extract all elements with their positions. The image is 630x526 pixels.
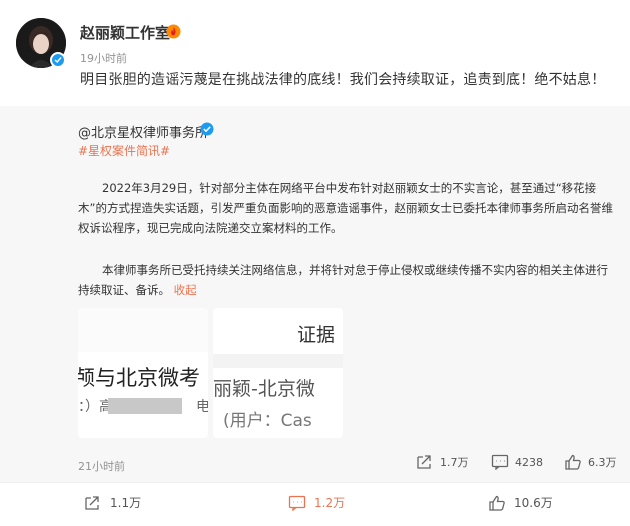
image-thumbnail[interactable]: 颅与北京微考 ：）高均 电 <box>78 308 208 438</box>
comment-icon <box>491 454 509 470</box>
repost-time[interactable]: 21小时前 <box>78 458 125 474</box>
repost-comment-count[interactable]: 4238 <box>491 454 543 470</box>
like-count-label: 6.3万 <box>588 456 617 469</box>
post-time[interactable]: 19小时前 <box>80 50 127 66</box>
repost-author[interactable]: @北京星权律师事务所 <box>78 122 208 141</box>
share-icon <box>85 495 99 510</box>
hashtag-link[interactable]: #星权案件简讯# <box>78 142 170 159</box>
repost-paragraph: 本律师事务所已受托持续关注网络信息，并将针对怠于停止侵权或继续传播不实内容的相关… <box>78 260 618 300</box>
image-text: 丽颖-北京微 <box>213 378 315 400</box>
comment-icon <box>288 495 306 511</box>
image-blank-area <box>213 354 343 368</box>
image-blank-area <box>78 308 208 352</box>
repost-action-label: 1.1万 <box>110 496 142 510</box>
repost-count-label: 1.7万 <box>440 456 469 469</box>
thumbs-up-icon <box>565 454 581 470</box>
verified-icon <box>200 122 214 136</box>
comment-count-label: 4238 <box>515 455 543 469</box>
divider <box>0 482 630 483</box>
image-text: (用户：Cas <box>223 411 312 431</box>
repost-button[interactable]: 1.1万 <box>84 494 141 511</box>
collapse-link[interactable]: 收起 <box>174 283 197 297</box>
repost-paragraph: 2022年3月29日，针对部分主体在网络平台中发布针对赵丽颖女士的不实言论，甚至… <box>78 181 613 235</box>
repost-repost-count[interactable]: 1.7万 <box>416 454 469 470</box>
image-text: 证据 <box>297 324 336 346</box>
repost-card[interactable]: @北京星权律师事务所 #星权案件简讯# 2022年3月29日，针对部分主体在网络… <box>0 106 630 482</box>
post-text: 明目张胆的造谣污蔑是在挑战法律的底线！我们会持续取证，追责到底！绝不姑息！ <box>80 72 606 88</box>
fire-badge-icon[interactable] <box>166 24 181 39</box>
share-icon <box>417 455 431 469</box>
verified-badge-icon <box>50 52 66 68</box>
comment-button[interactable]: 1.2万 <box>288 494 345 511</box>
blur-redaction <box>108 398 182 414</box>
comment-action-label: 1.2万 <box>314 496 346 510</box>
image-text: 电 <box>196 399 208 415</box>
repost-paragraph-text: 本律师事务所已受托持续关注网络信息，并将针对怠于停止侵权或继续传播不实内容的相关… <box>78 263 608 297</box>
author-name[interactable]: 赵丽颖工作室 <box>80 22 170 43</box>
weibo-post: 赵丽颖工作室 19小时前 明目张胆的造谣污蔑是在挑战法律的底线！我们会持续取证，… <box>0 0 630 526</box>
like-button[interactable]: 10.6万 <box>488 494 553 511</box>
image-thumbnail[interactable]: 证据 丽颖-北京微 (用户：Cas <box>213 308 343 438</box>
image-text: 颅与北京微考 <box>78 366 200 390</box>
thumbs-up-icon <box>489 495 505 511</box>
like-action-label: 10.6万 <box>514 496 553 510</box>
repost-like-count[interactable]: 6.3万 <box>564 454 617 470</box>
